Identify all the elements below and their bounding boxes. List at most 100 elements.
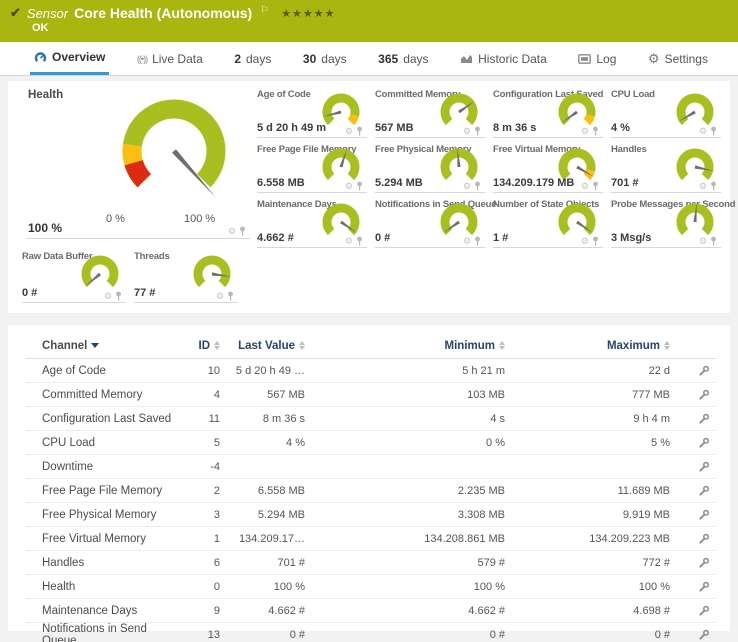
pin-icon[interactable] — [356, 126, 363, 136]
pin-icon[interactable] — [592, 236, 599, 246]
channel-maximum: 5 % — [505, 437, 670, 449]
gear-icon[interactable]: ⚙ — [463, 127, 471, 136]
tab-settings[interactable]: ⚙ Settings — [644, 42, 712, 75]
mini-gauge-panel[interactable]: Notifications in Send Queue 0 # ⚙ — [371, 197, 489, 252]
mini-gauge-panel[interactable]: Number of State Objects 1 # ⚙ — [489, 197, 607, 252]
channel-settings-wrench-icon[interactable] — [698, 485, 710, 497]
gauge-panel-health[interactable]: Health 0 % 100 % 100 % ⚙ — [18, 85, 252, 239]
pin-icon[interactable] — [356, 236, 363, 246]
sort-caret-icon — [91, 343, 99, 348]
mini-gauge-panel[interactable]: Free Virtual Memory 134.209.179 MB ⚙ — [489, 142, 607, 197]
gauge-value: 0 # — [375, 232, 390, 244]
channel-name: Maintenance Days — [26, 605, 176, 617]
channel-name: Free Virtual Memory — [26, 533, 176, 545]
channel-settings-wrench-icon[interactable] — [698, 461, 710, 473]
mini-gauge-panel[interactable]: Configuration Last Saved 8 m 36 s ⚙ — [489, 87, 607, 142]
gear-icon[interactable]: ⚙ — [228, 227, 236, 236]
pin-icon[interactable] — [710, 236, 717, 246]
gear-icon[interactable]: ⚙ — [345, 182, 353, 191]
table-row: CPU Load 5 4 % 0 % 5 % — [26, 431, 716, 455]
tab-historic-data[interactable]: Historic Data — [456, 42, 551, 75]
col-header-maximum[interactable]: Maximum — [505, 340, 670, 352]
channel-settings-wrench-icon[interactable] — [698, 629, 710, 641]
channel-settings-wrench-icon[interactable] — [698, 605, 710, 617]
channel-maximum: 772 # — [505, 557, 670, 569]
channel-maximum: 22 d — [505, 365, 670, 377]
col-header-minimum[interactable]: Minimum — [305, 340, 505, 352]
gauge-value: 8 m 36 s — [493, 122, 536, 134]
pin-icon[interactable] — [474, 236, 481, 246]
gear-icon[interactable]: ⚙ — [345, 127, 353, 136]
gear-icon[interactable]: ⚙ — [699, 127, 707, 136]
tab-live-data[interactable]: ((•)) Live Data — [133, 42, 207, 75]
gear-icon[interactable]: ⚙ — [104, 292, 112, 301]
pin-icon[interactable] — [356, 181, 363, 191]
mini-gauge-panel[interactable]: Handles 701 # ⚙ — [607, 142, 725, 197]
gauge-title: Health — [28, 89, 63, 101]
gear-icon[interactable]: ⚙ — [581, 127, 589, 136]
mini-gauge-panel[interactable]: Probe Messages per Second 3 Msg/s ⚙ — [607, 197, 725, 252]
mini-gauge-panel[interactable]: Age of Code 5 d 20 h 49 m ⚙ — [253, 87, 371, 142]
mini-gauge-panel[interactable]: CPU Load 4 % ⚙ — [607, 87, 725, 142]
gear-icon[interactable]: ⚙ — [581, 182, 589, 191]
col-header-channel[interactable]: Channel — [26, 340, 176, 352]
gear-icon[interactable]: ⚙ — [699, 237, 707, 246]
flag-icon[interactable]: ⚐ — [260, 5, 269, 16]
col-header-last-value[interactable]: Last Value — [220, 340, 305, 352]
pin-icon[interactable] — [239, 226, 246, 236]
gauge-value: 77 # — [134, 287, 155, 299]
pin-icon[interactable] — [592, 126, 599, 136]
pin-icon[interactable] — [227, 291, 234, 301]
tab-2-days[interactable]: 2 days — [230, 42, 275, 75]
channel-settings-wrench-icon[interactable] — [698, 557, 710, 569]
pin-icon[interactable] — [474, 181, 481, 191]
channel-last-value: 134.209.17… — [220, 533, 305, 545]
channel-settings-wrench-icon[interactable] — [698, 581, 710, 593]
channel-settings-wrench-icon[interactable] — [698, 413, 710, 425]
channel-last-value: 4 % — [220, 437, 305, 449]
channel-name: Configuration Last Saved — [26, 413, 176, 425]
mini-gauge-panel[interactable]: Raw Data Buffer 0 # ⚙ — [18, 249, 130, 307]
channel-settings-wrench-icon[interactable] — [698, 533, 710, 545]
pin-icon[interactable] — [115, 291, 122, 301]
mini-gauge-panel[interactable]: Threads 77 # ⚙ — [130, 249, 242, 307]
channel-last-value: 6.558 MB — [220, 485, 305, 497]
channel-settings-wrench-icon[interactable] — [698, 365, 710, 377]
status-badge: OK — [32, 22, 728, 34]
channel-last-value: 8 m 36 s — [220, 413, 305, 425]
channel-name: Notifications in Send Queue — [26, 623, 176, 642]
gear-icon[interactable]: ⚙ — [463, 237, 471, 246]
channel-last-value: 5 d 20 h 49 … — [220, 365, 305, 377]
tab-365-days[interactable]: 365 days — [374, 42, 432, 75]
gear-icon[interactable]: ⚙ — [699, 182, 707, 191]
pin-icon[interactable] — [592, 181, 599, 191]
gauges-overview-card: Health 0 % 100 % 100 % ⚙ Age of Code 5 d… — [8, 81, 730, 313]
pin-icon[interactable] — [710, 181, 717, 191]
pin-icon[interactable] — [474, 126, 481, 136]
gear-icon[interactable]: ⚙ — [216, 292, 224, 301]
priority-stars[interactable]: ★★★★★ — [281, 7, 335, 20]
tab-30-days[interactable]: 30 days — [299, 42, 351, 75]
gear-icon[interactable]: ⚙ — [581, 237, 589, 246]
pin-icon[interactable] — [710, 126, 717, 136]
table-row: Health 0 100 % 100 % 100 % — [26, 575, 716, 599]
tab-overview[interactable]: Overview — [30, 42, 109, 75]
tab-log[interactable]: Log — [574, 42, 620, 75]
channel-settings-wrench-icon[interactable] — [698, 437, 710, 449]
status-check-icon: ✔ — [10, 5, 21, 21]
table-row: Maintenance Days 9 4.662 # 4.662 # 4.698… — [26, 599, 716, 623]
object-kind: Sensor — [27, 6, 68, 21]
mini-gauge-panel[interactable]: Maintenance Days 4.662 # ⚙ — [253, 197, 371, 252]
mini-gauge-panel[interactable]: Free Physical Memory 5.294 MB ⚙ — [371, 142, 489, 197]
channel-maximum: 777 MB — [505, 389, 670, 401]
table-row: Free Physical Memory 3 5.294 MB 3.308 MB… — [26, 503, 716, 527]
channel-settings-wrench-icon[interactable] — [698, 389, 710, 401]
channel-minimum: 3.308 MB — [305, 509, 505, 521]
mini-gauge-panel[interactable]: Committed Memory 567 MB ⚙ — [371, 87, 489, 142]
gear-icon[interactable]: ⚙ — [463, 182, 471, 191]
col-header-id[interactable]: ID — [176, 340, 220, 352]
mini-gauge-panel[interactable]: Free Page File Memory 6.558 MB ⚙ — [253, 142, 371, 197]
channel-id: 4 — [176, 389, 220, 401]
gear-icon[interactable]: ⚙ — [345, 237, 353, 246]
channel-settings-wrench-icon[interactable] — [698, 509, 710, 521]
